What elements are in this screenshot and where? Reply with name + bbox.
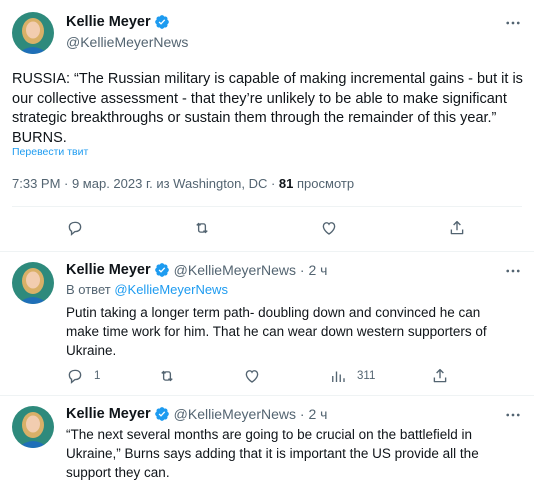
avatar[interactable]	[12, 262, 54, 304]
reply-count: 1	[94, 370, 101, 382]
views-label: просмотр	[297, 176, 355, 191]
reply-icon	[68, 369, 82, 384]
translate-tweet-link[interactable]: Перевести твит	[12, 146, 88, 158]
retweet-icon	[196, 222, 208, 234]
reply-tweet[interactable]: Kellie Meyer @KellieMeyerNews · 2 ч “The…	[0, 396, 534, 489]
avatar[interactable]	[12, 12, 54, 54]
tweet-meta: 7:33 PM · 9 мар. 2023 г. из Washington, …	[12, 176, 354, 191]
author-handle[interactable]: @KellieMeyerNews	[66, 34, 188, 50]
retweet-icon	[161, 370, 173, 382]
more-options-button[interactable]	[503, 13, 523, 33]
author-handle-time[interactable]: @KellieMeyerNews · 2 ч	[174, 262, 328, 278]
heart-icon	[322, 222, 336, 235]
author-display-name[interactable]: Kellie Meyer	[66, 14, 151, 30]
share-icon	[433, 368, 447, 383]
verified-badge-icon	[154, 406, 170, 422]
reply-icon	[68, 221, 82, 236]
author-handle-time[interactable]: @KellieMeyerNews · 2 ч	[174, 406, 328, 422]
verified-badge-icon	[154, 14, 170, 30]
reply-prefix: В ответ	[66, 282, 111, 297]
avatar[interactable]	[12, 406, 54, 448]
avatar-photo	[12, 262, 54, 304]
views-count: 81	[278, 176, 294, 191]
heart-icon	[245, 370, 259, 383]
replying-to-link[interactable]: @KellieMeyerNews	[114, 282, 228, 297]
author-name-row: Kellie Meyer @KellieMeyerNews · 2 ч	[66, 406, 327, 422]
tweet-text: RUSSIA: “The Russian military is capable…	[12, 71, 523, 146]
author-display-name[interactable]: Kellie Meyer	[66, 406, 151, 422]
reply-button[interactable]	[66, 219, 84, 237]
more-dots-icon	[506, 413, 520, 417]
share-button[interactable]	[431, 367, 449, 385]
more-options-button[interactable]	[503, 261, 523, 281]
reply-tweet[interactable]: Kellie Meyer @KellieMeyerNews · 2 ч В от…	[0, 252, 534, 396]
tweet-text: Putin taking a longer term path- doublin…	[66, 305, 487, 358]
views-count: 311	[357, 370, 376, 382]
more-dots-icon	[506, 269, 520, 273]
avatar-photo	[12, 406, 54, 448]
share-icon	[450, 220, 464, 235]
tweet-timestamp[interactable]: 7:33 PM · 9 мар. 2023 г. из Washington, …	[12, 176, 275, 191]
like-button[interactable]	[320, 219, 338, 237]
retweet-button[interactable]	[193, 219, 211, 237]
retweet-button[interactable]	[158, 367, 176, 385]
verified-badge-icon	[154, 262, 170, 278]
author-name-row: Kellie Meyer	[66, 14, 170, 30]
main-tweet: Kellie Meyer @KellieMeyerNews RUSSIA: “T…	[0, 0, 534, 252]
author-name-row: Kellie Meyer @KellieMeyerNews · 2 ч	[66, 262, 327, 278]
more-options-button[interactable]	[503, 405, 523, 425]
more-dots-icon	[506, 21, 520, 25]
avatar-photo	[12, 12, 54, 54]
like-button[interactable]	[243, 367, 261, 385]
tweet-text: “The next several months are going to be…	[66, 427, 479, 480]
replying-to: В ответ @KellieMeyerNews	[66, 282, 228, 297]
views-button[interactable]: 311	[329, 367, 375, 385]
share-button[interactable]	[448, 219, 466, 237]
divider	[12, 206, 522, 207]
views-chart-icon	[332, 371, 345, 382]
reply-button[interactable]: 1	[66, 367, 100, 385]
author-display-name[interactable]: Kellie Meyer	[66, 262, 151, 278]
